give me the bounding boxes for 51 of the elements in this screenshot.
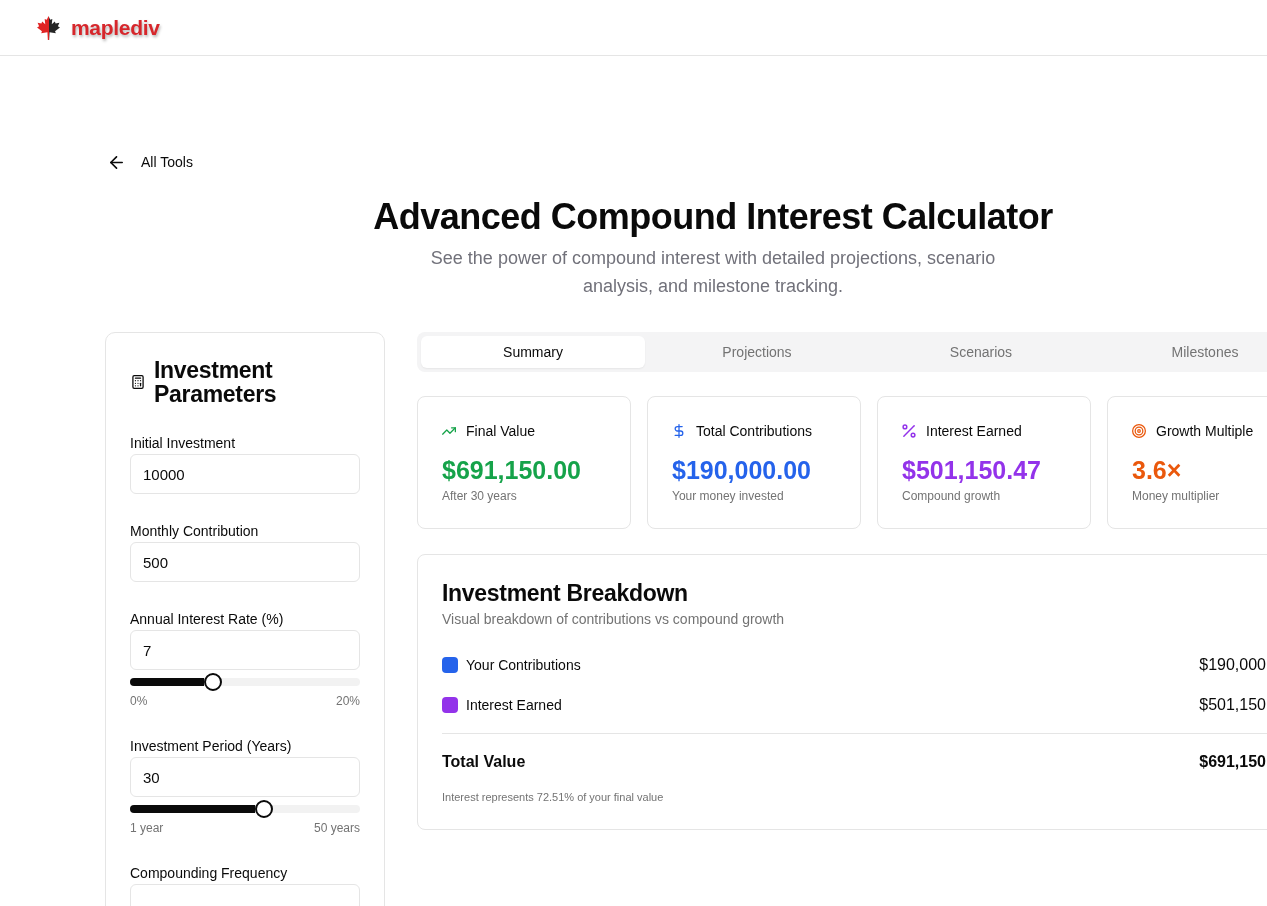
breakdown-title: Investment Breakdown [442, 579, 689, 607]
field-label: Investment Period (Years) [130, 737, 293, 756]
input-field[interactable]: 7 [130, 630, 360, 670]
field-label: Compounding Frequency [130, 864, 289, 883]
field-label: Annual Interest Rate (%) [130, 610, 285, 629]
tab[interactable]: Milestones [1093, 336, 1267, 368]
card-title: Final Value [466, 422, 535, 441]
input-field[interactable]: 30 [130, 757, 360, 797]
card-note: Money multiplier [1132, 488, 1221, 504]
card-value: $691,150.00 [442, 455, 583, 486]
percent-icon [902, 424, 916, 438]
maple-leaf-logo-icon[interactable] [35, 15, 62, 40]
field-label: Monthly Contribution [130, 522, 260, 541]
input-field[interactable]: 500 [130, 542, 360, 582]
breakdown-note: Interest represents 72.51% of your final value [442, 790, 665, 805]
input-field[interactable]: 10000 [130, 454, 360, 494]
card-value: $190,000.00 [672, 455, 813, 486]
range-min-label: 0% [130, 693, 148, 709]
page-subtitle: See the power of compound interest with detailed projections, scenario analysis, and milestone tracking. [429, 247, 997, 298]
total-value: $691,150 [1199, 752, 1266, 772]
total-label: Total Value [442, 752, 526, 772]
field-label: Initial Investment [130, 434, 237, 453]
target-icon [1132, 424, 1146, 438]
dollar-icon [672, 424, 686, 438]
range-max-label: 50 years [313, 820, 360, 836]
logo-text[interactable]: maplediv [71, 14, 160, 41]
card-note: Compound growth [902, 488, 1002, 504]
tab[interactable]: Scenarios [869, 336, 1093, 368]
calculator-icon [132, 375, 144, 389]
card-value: 3.6× [1132, 455, 1183, 486]
page-title: Advanced Compound Interest Calculator [372, 195, 1054, 239]
card-title: Total Contributions [696, 422, 812, 441]
panel-title: Investment Parameters [154, 358, 278, 406]
back-link[interactable]: All Tools [110, 151, 193, 173]
card-title: Growth Multiple [1156, 422, 1254, 441]
legend-label: Your Contributions [466, 656, 581, 675]
breakdown-subtitle: Visual breakdown of contributions vs compound growth [442, 610, 786, 629]
card-value: $501,150.47 [902, 455, 1043, 486]
card-title: Interest Earned [926, 422, 1022, 441]
range-max-label: 20% [335, 693, 360, 709]
card-note: Your money invested [672, 488, 785, 504]
tab[interactable]: Summary [421, 336, 645, 368]
slider-thumb[interactable] [204, 673, 223, 691]
legend-value: $190,000 [1199, 655, 1266, 675]
card-note: After 30 years [442, 488, 518, 504]
legend-label: Interest Earned [466, 696, 562, 715]
legend-value: $501,150 [1199, 695, 1266, 715]
tab[interactable]: Projections [645, 336, 869, 368]
range-min-label: 1 year [130, 820, 164, 836]
slider-thumb[interactable] [255, 800, 274, 818]
trend-up-icon [442, 424, 456, 438]
